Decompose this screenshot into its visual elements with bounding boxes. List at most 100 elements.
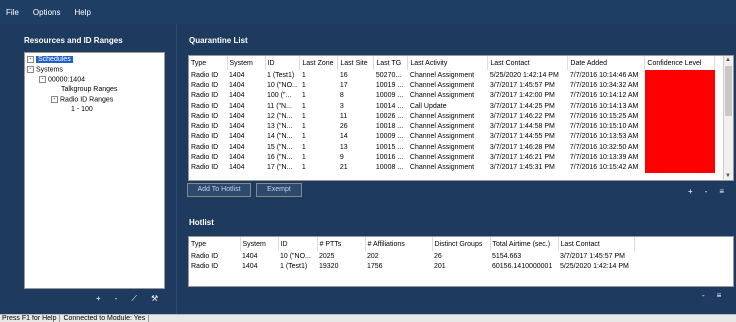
- column-header[interactable]: System: [240, 237, 279, 251]
- table-cell: 3/7/2017 1:44:58 PM: [489, 123, 555, 131]
- table-cell: Radio ID: [191, 123, 219, 131]
- hotlist-toolbar: - ≡: [702, 291, 733, 300]
- table-cell: 11: [339, 112, 348, 120]
- table-cell: 3/7/2017 1:46:28 PM: [489, 143, 555, 151]
- table-cell: 3: [339, 102, 344, 110]
- table-cell: 14 ("N...: [267, 133, 293, 141]
- table-cell: 100 ("...: [267, 92, 292, 100]
- scroll-up-icon[interactable]: ▲: [725, 57, 731, 63]
- table-row[interactable]: Radio ID 1404 100 ("... 1 8 10009 ... Channel …: [189, 90, 715, 101]
- minus-icon[interactable]: -: [702, 291, 705, 300]
- minus-icon[interactable]: -: [705, 187, 708, 196]
- table-cell: 7/7/2016 10:15:25 AM: [569, 112, 639, 120]
- scroll-thumb[interactable]: [725, 66, 732, 116]
- tree-node-label: Radio ID Ranges: [60, 96, 114, 104]
- table-cell: 8: [339, 92, 344, 100]
- menu-options[interactable]: Options: [33, 8, 61, 17]
- table-cell: 1404: [229, 143, 245, 151]
- table-row[interactable]: Radio ID 1404 1 (Test1) 1 16 50270... Channel …: [189, 70, 715, 81]
- table-cell: 3/7/2017 1:46:21 PM: [489, 154, 555, 162]
- column-header[interactable]: ID: [278, 237, 318, 251]
- tree-node-schedules[interactable]: - Schedules: [27, 56, 73, 64]
- table-cell: 7/7/2016 10:14:13 AM: [569, 102, 639, 110]
- table-cell: 17 ("N...: [267, 164, 293, 172]
- plus-icon[interactable]: +: [96, 294, 101, 303]
- column-header[interactable]: Last Contact: [558, 237, 635, 251]
- table-cell: 16 ("N...: [267, 154, 293, 162]
- tree-node-label: 00000:1404: [48, 76, 85, 84]
- hotlist-grid[interactable]: Type System ID # PTTs # Affiliations Distinct…: [188, 236, 734, 287]
- column-header[interactable]: Total Airtime (sec.): [490, 237, 559, 251]
- columns-icon[interactable]: ≡: [719, 187, 724, 196]
- table-row[interactable]: Radio ID 1404 16 ("N... 1 9 10016 ... Channel …: [189, 152, 715, 163]
- table-cell: 13 ("N...: [267, 123, 293, 131]
- collapse-icon[interactable]: -: [27, 56, 34, 63]
- quarantine-grid[interactable]: Type System ID Last Zone Last Site Last TG Las…: [188, 55, 734, 181]
- plus-icon[interactable]: +: [688, 187, 693, 196]
- table-cell: 202: [367, 252, 379, 260]
- column-header[interactable]: Distinct Groups: [432, 237, 491, 251]
- edit-icon[interactable]: ⟋: [131, 294, 137, 303]
- table-cell: 100%: [644, 100, 715, 112]
- tree-node-label: Schedules: [36, 56, 73, 64]
- add-to-hotlist-button[interactable]: Add To Hotlist: [187, 183, 251, 197]
- table-cell: 7/7/2016 10:32:50 AM: [569, 143, 639, 151]
- table-row[interactable]: Radio ID 1404 13 ("N... 1 26 10018 ... Channel…: [189, 121, 715, 132]
- tree-node-system-1404[interactable]: -00000:1404: [39, 76, 85, 83]
- tree-node-systems[interactable]: - Systems: [27, 66, 63, 73]
- column-header[interactable]: # Affiliations: [365, 237, 433, 251]
- column-header[interactable]: Date Added: [567, 56, 646, 70]
- column-header[interactable]: Last Zone: [299, 56, 339, 70]
- status-help: Press F1 for Help: [2, 315, 61, 322]
- table-cell: 1404: [229, 154, 245, 162]
- table-row[interactable]: Radio ID 1404 10 ("NO... 2025 202 26 5154.663 3…: [189, 251, 634, 261]
- table-cell: 1404: [229, 102, 245, 110]
- table-cell: 100%: [644, 162, 715, 173]
- collapse-icon[interactable]: -: [27, 66, 34, 73]
- quarantine-scrollbar[interactable]: ▲ ▼: [723, 56, 733, 180]
- table-row[interactable]: Radio ID 1404 1 (Test1) 19320 1756 201 60156.1…: [189, 261, 634, 271]
- exempt-button[interactable]: Exempt: [256, 183, 302, 197]
- column-header[interactable]: # PTTs: [317, 237, 366, 251]
- table-row[interactable]: Radio ID 1404 12 ("N... 1 11 10026 ... Channel…: [189, 111, 715, 122]
- table-cell: 60156.1410000001: [492, 262, 553, 270]
- menu-file[interactable]: File: [6, 8, 19, 17]
- tree-node-talkgroup-ranges[interactable]: Talkgroup Ranges: [61, 86, 117, 93]
- table-cell: 10026 ...: [375, 112, 404, 120]
- column-header[interactable]: Last Site: [337, 56, 375, 70]
- column-header[interactable]: Confidence Level: [644, 56, 716, 70]
- scroll-down-icon[interactable]: ▼: [725, 173, 731, 179]
- resources-toolbar: + - ⟋ ⚒: [96, 294, 172, 304]
- collapse-icon[interactable]: -: [51, 96, 58, 103]
- table-row[interactable]: Radio ID 1404 17 ("N... 1 21 10008 ... Channel…: [189, 162, 715, 173]
- table-row[interactable]: Radio ID 1404 15 ("N... 1 13 10015 ... Channel…: [189, 142, 715, 153]
- column-header[interactable]: ID: [265, 56, 301, 70]
- column-header[interactable]: Last Contact: [487, 56, 569, 70]
- menu-help[interactable]: Help: [74, 8, 90, 17]
- column-header[interactable]: Type: [189, 56, 228, 70]
- table-cell: 16: [339, 71, 348, 79]
- table-cell: 26: [434, 252, 442, 260]
- tools-icon[interactable]: ⚒: [151, 294, 158, 303]
- resources-tree[interactable]: - Schedules - Systems -00000:1404 Talkgrou…: [24, 52, 165, 289]
- table-cell: 100%: [644, 131, 715, 143]
- table-cell: 17: [339, 81, 348, 89]
- table-cell: 3/7/2017 1:44:25 PM: [489, 102, 555, 110]
- tree-node-radio-id-ranges[interactable]: - Radio ID Ranges: [51, 96, 113, 103]
- table-cell: Radio ID: [191, 112, 219, 120]
- column-header[interactable]: Type: [189, 237, 241, 251]
- column-header[interactable]: Last Activity: [407, 56, 489, 70]
- collapse-icon[interactable]: -: [39, 76, 46, 83]
- column-header[interactable]: System: [227, 56, 266, 70]
- columns-icon[interactable]: ≡: [717, 291, 722, 300]
- table-cell: 3/7/2017 1:45:31 PM: [489, 164, 555, 172]
- column-header[interactable]: Last TG: [373, 56, 409, 70]
- tree-node-range-1-100[interactable]: 1 - 100: [71, 106, 93, 113]
- panel-divider[interactable]: [176, 24, 177, 314]
- table-row[interactable]: Radio ID 1404 11 ("N... 1 3 10014 ... Call Upd…: [189, 100, 715, 112]
- table-row[interactable]: Radio ID 1404 14 ("N... 1 14 10009 ... Channel…: [189, 131, 715, 143]
- table-row[interactable]: Radio ID 1404 10 ("NO... 1 17 10019 ... Channe…: [189, 80, 715, 91]
- table-cell: 1 (Test1): [267, 71, 295, 79]
- status-bar: Press F1 for Help Connected to Module: Ye…: [0, 314, 736, 322]
- minus-icon[interactable]: -: [115, 294, 118, 303]
